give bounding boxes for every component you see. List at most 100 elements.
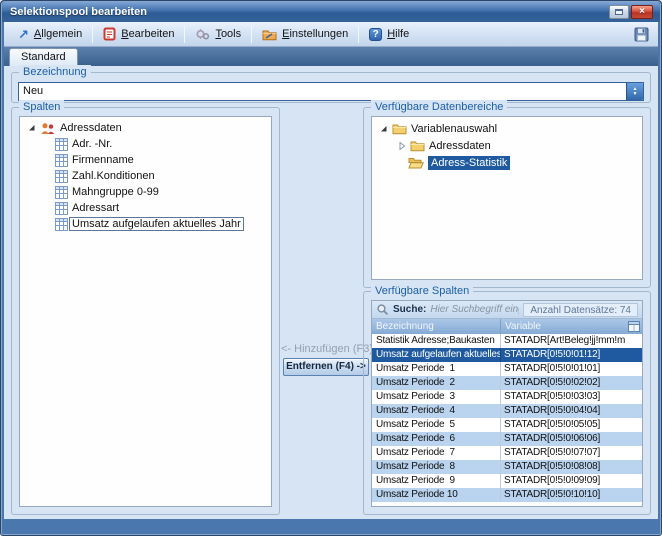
toolbar-button-einstellungen[interactable]: Einstellungen — [254, 26, 356, 43]
table-row[interactable]: Umsatz Periode 5STATADR[0!5!0!05!05] — [372, 418, 642, 432]
datenbereiche-tree: Variablenauswahl Adressdaten Adress-Statis… — [372, 117, 642, 171]
combobox-value: Neu — [19, 83, 626, 100]
cell-variable: STATADR[0!5!0!01!01] — [500, 362, 642, 376]
cell-variable: STATADR[0!5!0!02!02] — [500, 376, 642, 390]
header-cell-variable[interactable]: Variable — [500, 319, 642, 334]
toolbar-button-allgemein[interactable]: ↗ Allgemein — [10, 26, 90, 43]
spalten-tree-item[interactable]: Adressart — [20, 200, 271, 216]
cell-variable: STATADR[0!5!0!08!08] — [500, 460, 642, 474]
spalten-group: Spalten Adressdaten Adr. -Nr.FirmennameZ… — [11, 107, 280, 515]
bezeichnung-group-label: Bezeichnung — [19, 65, 91, 79]
spalten-tree-root[interactable]: Adressdaten — [20, 120, 271, 136]
search-icon — [376, 303, 389, 316]
cell-variable: STATADR[0!5!0!10!10] — [500, 488, 642, 502]
tree-item-label: Adr. -Nr. — [72, 138, 112, 150]
restore-icon — [615, 9, 623, 15]
tab-standard[interactable]: Standard — [9, 48, 78, 66]
tree-item-label: Firmenname — [72, 154, 134, 166]
tree-item-label: Adress-Statistik — [428, 156, 510, 170]
datenbereiche-group: Verfügbare Datenbereiche Variablenauswah… — [363, 107, 651, 288]
toolbar-label: Allgemein — [34, 28, 82, 40]
cell-variable: STATADR[0!5!0!01!12] — [500, 348, 642, 362]
toolbar-label: Einstellungen — [282, 28, 348, 40]
toolbar-button-tools[interactable]: Tools — [187, 26, 249, 43]
table-header: Bezeichnung Variable — [372, 319, 642, 334]
tree-item-label: Variablenauswahl — [411, 123, 497, 135]
floppy-disk-icon — [634, 27, 649, 42]
spalten-listbox: Adressdaten Adr. -Nr. Firmenname Zahl.Kond… — [19, 116, 272, 507]
verfuegbare-spalten-group-label: Verfügbare Spalten — [371, 284, 473, 298]
cell-bezeichnung: Umsatz Periode 7 — [372, 446, 500, 460]
spinner-down-icon: ▼ — [633, 92, 638, 97]
cell-bezeichnung: Umsatz Periode 4 — [372, 404, 500, 418]
toolbar-button-bearbeiten[interactable]: Bearbeiten — [95, 25, 182, 43]
content-panel: Bezeichnung Neu ▲ ▼ Spalten — [4, 66, 658, 519]
table-row[interactable]: Umsatz aufgelaufen aktuelles JahrSTATADR… — [372, 348, 642, 362]
table-row[interactable]: Umsatz Periode 2STATADR[0!5!0!02!02] — [372, 376, 642, 390]
verfuegbare-spalten-group: Verfügbare Spalten Suche: Hier Suchbegri… — [363, 291, 651, 515]
table-icon — [55, 170, 68, 183]
table-row[interactable]: Umsatz Periode 3STATADR[0!5!0!03!03] — [372, 390, 642, 404]
table-row[interactable]: Umsatz Periode 8STATADR[0!5!0!08!08] — [372, 460, 642, 474]
table-row[interactable]: Umsatz Periode 1STATADR[0!5!0!01!01] — [372, 362, 642, 376]
settings-folder-icon — [262, 28, 277, 41]
table-row[interactable]: Umsatz Periode 7STATADR[0!5!0!07!07] — [372, 446, 642, 460]
toolbar-separator — [92, 26, 93, 43]
spalten-tree-item[interactable]: Firmenname — [20, 152, 271, 168]
cell-bezeichnung: Umsatz Periode 5 — [372, 418, 500, 432]
table-row[interactable]: Umsatz Periode 4STATADR[0!5!0!04!04] — [372, 404, 642, 418]
cell-bezeichnung: Umsatz Periode 6 — [372, 432, 500, 446]
spalten-tree-item[interactable]: Umsatz aufgelaufen aktuelles Jahr — [20, 216, 271, 232]
arrow-up-right-icon: ↗ — [18, 28, 29, 41]
tree-root-label: Adressdaten — [60, 122, 122, 134]
datenbereiche-tree-item[interactable]: Adress-Statistik — [372, 154, 642, 171]
header-cell-bezeichnung[interactable]: Bezeichnung — [372, 319, 500, 334]
cell-variable: STATADR[0!5!0!03!03] — [500, 390, 642, 404]
toolbar-separator — [184, 26, 185, 43]
tree-item-label: Umsatz aufgelaufen aktuelles Jahr — [69, 217, 244, 231]
search-bar: Suche: Hier Suchbegriff einge Anzahl Dat… — [372, 301, 642, 319]
window-controls: × — [609, 5, 653, 19]
datenbereiche-listbox: Variablenauswahl Adressdaten Adress-Statis… — [371, 116, 643, 280]
bezeichnung-group: Bezeichnung Neu ▲ ▼ — [11, 72, 651, 103]
spalten-tree-item[interactable]: Zahl.Konditionen — [20, 168, 271, 184]
close-button[interactable]: × — [631, 5, 653, 19]
table-row[interactable]: Umsatz Periode 9STATADR[0!5!0!09!09] — [372, 474, 642, 488]
toolbar-label: Bearbeiten — [121, 28, 174, 40]
table-row[interactable]: Umsatz Periode 6STATADR[0!5!0!06!06] — [372, 432, 642, 446]
datenbereiche-tree-item[interactable]: Variablenauswahl — [372, 120, 642, 137]
search-input[interactable]: Hier Suchbegriff einge — [430, 304, 519, 315]
transfer-add-button[interactable]: <- Hinzufügen (F3) — [280, 343, 374, 357]
cell-variable: STATADR[0!5!0!06!06] — [500, 432, 642, 446]
transfer-remove-button[interactable]: Entfernen (F4) -> — [283, 358, 369, 376]
table-icon — [55, 154, 68, 167]
spalten-tree-item[interactable]: Adr. -Nr. — [20, 136, 271, 152]
toolbar-button-hilfe[interactable]: ? Hilfe — [361, 26, 417, 43]
help-icon: ? — [369, 28, 382, 41]
spalten-tree-items: Adr. -Nr. Firmenname Zahl.KonditionenMahng… — [20, 136, 271, 232]
datenbereiche-tree-item[interactable]: Adressdaten — [372, 137, 642, 154]
cell-bezeichnung: Umsatz Periode 1 — [372, 362, 500, 376]
bezeichnung-combobox[interactable]: Neu ▲ ▼ — [18, 82, 644, 101]
restore-button[interactable] — [609, 5, 629, 19]
cell-variable: STATADR[0!5!0!07!07] — [500, 446, 642, 460]
tab-band: Standard — [4, 47, 658, 66]
cell-variable: STATADR[Art!Beleg!jj!mm!m — [500, 334, 642, 348]
toolbar: ↗ Allgemein Bearbeiten Tools Einstellung… — [4, 22, 658, 47]
tree-item-label: Adressdaten — [429, 140, 491, 152]
table-row[interactable]: Statistik Adresse;BaukastenSTATADR[Art!B… — [372, 334, 642, 348]
table-icon — [55, 138, 68, 151]
table-row[interactable]: Umsatz Periode 10STATADR[0!5!0!10!10] — [372, 488, 642, 502]
expanded-triangle-icon — [380, 125, 388, 133]
folder-closed-icon — [392, 122, 407, 135]
folder-closed-icon — [410, 139, 425, 152]
cell-bezeichnung: Statistik Adresse;Baukasten — [372, 334, 500, 348]
combobox-spinner[interactable]: ▲ ▼ — [626, 83, 643, 100]
toolbar-label: Hilfe — [387, 28, 409, 40]
search-label: Suche: — [393, 304, 426, 315]
folder-open-icon — [408, 156, 424, 169]
column-chooser-icon[interactable] — [628, 321, 640, 332]
save-button[interactable] — [631, 25, 652, 44]
spalten-tree-item[interactable]: Mahngruppe 0-99 — [20, 184, 271, 200]
spalten-tree: Adressdaten Adr. -Nr. Firmenname Zahl.Kond… — [20, 117, 271, 232]
